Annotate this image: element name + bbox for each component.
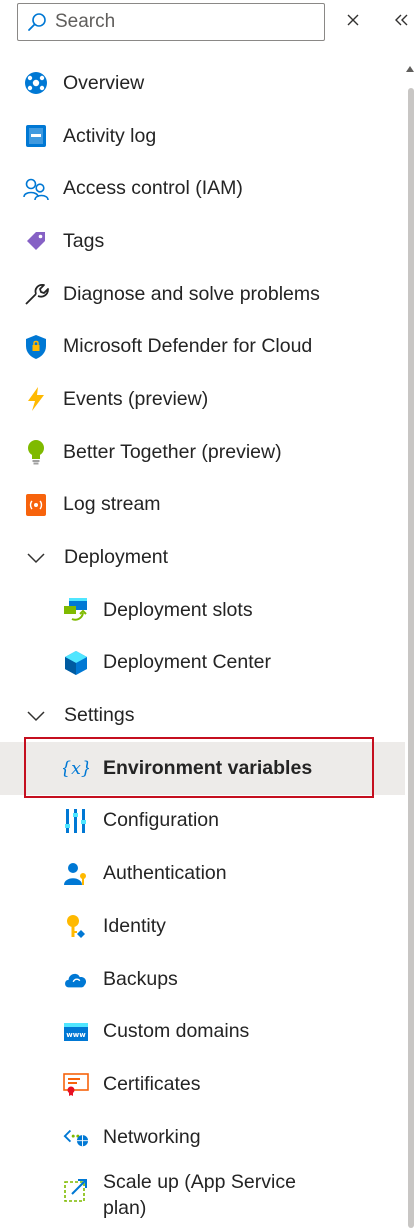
menu-item-label: Better Together (preview)	[63, 440, 282, 463]
log-stream-icon	[23, 492, 49, 518]
menu-item-tags[interactable]: Tags	[0, 215, 405, 268]
menu-item-label: Custom domains	[103, 1020, 250, 1043]
group-deployment[interactable]: Deployment	[0, 531, 405, 584]
wrench-icon	[23, 281, 49, 307]
networking-icon	[63, 1124, 89, 1150]
chevron-down-icon	[25, 545, 47, 571]
search-icon	[27, 11, 49, 33]
menu-item-label: Backups	[103, 967, 178, 990]
menu-item-overview[interactable]: Overview	[0, 57, 405, 110]
menu-item-networking[interactable]: Networking	[0, 1111, 405, 1164]
menu-item-better-together[interactable]: Better Together (preview)	[0, 426, 405, 479]
menu-item-defender[interactable]: Microsoft Defender for Cloud	[0, 320, 405, 373]
menu-item-label: Environment variables	[103, 756, 313, 779]
clear-search-button[interactable]	[340, 8, 366, 36]
svg-text:www: www	[66, 1031, 86, 1039]
overview-icon	[23, 70, 49, 96]
menu-item-label: Events (preview)	[63, 387, 209, 410]
activity-log-icon	[23, 123, 49, 149]
menu-item-certificates[interactable]: Certificates	[0, 1058, 405, 1111]
tag-icon	[23, 228, 49, 254]
menu-item-scale-up[interactable]: Scale up (App Service plan)	[0, 1163, 405, 1227]
variable-icon: {x}	[63, 755, 89, 781]
menu-item-deployment-center[interactable]: Deployment Center	[0, 637, 405, 690]
menu-item-authentication[interactable]: Authentication	[0, 847, 405, 900]
deployment-slots-icon	[63, 597, 89, 623]
search-input[interactable]	[55, 11, 295, 33]
shield-icon	[23, 334, 49, 360]
menu-item-label: Microsoft Defender for Cloud	[63, 335, 313, 358]
group-label: Deployment	[64, 546, 169, 569]
menu-item-label: Diagnose and solve problems	[63, 282, 320, 305]
people-icon	[23, 176, 49, 202]
menu-item-label: Configuration	[103, 809, 219, 832]
collapse-menu-button[interactable]	[389, 8, 415, 36]
scale-up-icon	[63, 1177, 89, 1203]
menu-item-label: Activity log	[63, 124, 157, 147]
lightning-icon	[23, 386, 49, 412]
menu-item-label: Networking	[103, 1125, 201, 1148]
menu-item-access-control[interactable]: Access control (IAM)	[0, 162, 405, 215]
chevron-down-icon	[25, 703, 47, 729]
certificate-icon	[63, 1071, 89, 1097]
double-chevron-left-icon	[394, 13, 410, 32]
scroll-up-arrow-icon[interactable]	[406, 66, 414, 72]
menu-item-label: Certificates	[103, 1072, 201, 1095]
menu-item-label: Scale up (App Service plan)	[103, 1171, 296, 1220]
menu-item-environment-variables[interactable]: {x} Environment variables	[0, 736, 405, 798]
cloud-backup-icon	[63, 966, 89, 992]
menu-item-events[interactable]: Events (preview)	[0, 373, 405, 426]
menu-item-label: Authentication	[103, 862, 227, 885]
menu-item-label: Log stream	[63, 493, 161, 516]
menu-item-backups[interactable]: Backups	[0, 953, 405, 1006]
authentication-icon	[63, 861, 89, 887]
menu-item-activity-log[interactable]: Activity log	[0, 110, 405, 163]
menu-item-custom-domains[interactable]: www Custom domains	[0, 1005, 405, 1058]
scrollbar-thumb[interactable]	[408, 88, 414, 1228]
www-icon: www	[63, 1019, 89, 1045]
menu-item-label: Identity	[103, 914, 166, 937]
menu-item-deployment-slots[interactable]: Deployment slots	[0, 584, 405, 637]
menu-item-label: Access control (IAM)	[63, 177, 243, 200]
menu-item-label: Overview	[63, 71, 145, 94]
search-box[interactable]	[17, 3, 325, 41]
menu-item-identity[interactable]: Identity	[0, 900, 405, 953]
menu-item-log-stream[interactable]: Log stream	[0, 479, 405, 532]
identity-key-icon	[63, 913, 89, 939]
close-icon	[346, 13, 360, 32]
deployment-center-icon	[63, 650, 89, 676]
menu-scrollbar[interactable]	[405, 56, 415, 1228]
svg-text:{x}: {x}	[63, 759, 89, 779]
group-settings[interactable]: Settings	[0, 689, 405, 742]
resource-menu: Overview Activity log Access control (IA…	[0, 57, 405, 1227]
menu-item-diagnose[interactable]: Diagnose and solve problems	[0, 268, 405, 321]
configuration-icon	[63, 808, 89, 834]
menu-item-label: Deployment Center	[103, 651, 271, 674]
lightbulb-icon	[23, 439, 49, 465]
group-label: Settings	[64, 704, 135, 727]
menu-item-label: Tags	[63, 229, 105, 252]
menu-item-configuration[interactable]: Configuration	[0, 795, 405, 848]
menu-item-label: Deployment slots	[103, 598, 253, 621]
